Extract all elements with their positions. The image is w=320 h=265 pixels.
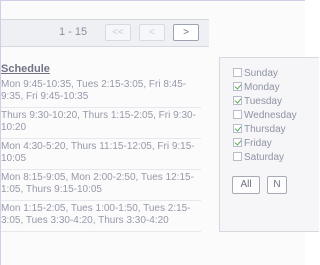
day-checkbox-saturday[interactable]: Saturday [233,152,284,164]
select-all-button[interactable]: All [232,176,260,194]
schedule-list: Mon 9:45-10:35, Tues 2:15-3:05, Fri 8:45… [1,77,201,232]
day-filter-panel: Sunday Monday Tuesday Wednesday Thursday… [219,57,319,232]
next-page-button[interactable]: > [173,24,199,41]
day-checkbox-sunday[interactable]: Sunday [233,68,278,80]
schedule-row: Mon 9:45-10:35, Tues 2:15-3:05, Fri 8:45… [1,77,201,108]
day-label: Wednesday [244,110,297,121]
day-label: Friday [244,138,272,149]
chevron-left-icon: < [149,27,155,38]
double-chevron-left-icon: << [112,27,124,38]
select-none-button[interactable]: N [267,176,287,194]
pagination-range: 1 - 15 [59,26,88,38]
day-checkbox-monday[interactable]: Monday [233,82,280,94]
day-checkbox-friday[interactable]: Friday [233,138,272,150]
schedule-column-header[interactable]: Schedule [1,63,50,75]
first-page-button[interactable]: << [105,24,131,41]
day-label: Sunday [244,68,278,79]
day-checkbox-wednesday[interactable]: Wednesday [233,110,297,122]
chevron-right-icon: > [183,27,189,38]
checkbox[interactable] [233,138,242,147]
schedule-frame: 1 - 15 << < > Schedule Mon 9:45-10:35, T… [0,0,319,265]
schedule-row: Mon 1:15-2:05, Tues 1:00-1:50, Tues 2:15… [1,201,201,232]
day-checkbox-tuesday[interactable]: Tuesday [233,96,282,108]
day-checkbox-thursday[interactable]: Thursday [233,124,286,136]
day-label: Saturday [244,152,285,163]
day-label: Thursday [244,124,286,135]
checkbox[interactable] [233,68,242,77]
checkbox[interactable] [233,110,242,119]
day-label: Monday [244,82,280,93]
checkbox[interactable] [233,82,242,91]
schedule-row: Thurs 9:30-10:20, Thurs 1:15-2:05, Fri 9… [1,108,201,139]
prev-page-button[interactable]: < [139,24,165,41]
pagination-bar: 1 - 15 << < > [1,19,209,47]
schedule-row: Mon 4:30-5:20, Thurs 11:15-12:05, Fri 9:… [1,139,201,170]
schedule-row: Mon 8:15-9:05, Mon 2:00-2:50, Tues 12:15… [1,170,201,201]
checkbox[interactable] [233,124,242,133]
checkbox[interactable] [233,152,242,161]
day-label: Tuesday [244,96,282,107]
checkbox[interactable] [233,96,242,105]
